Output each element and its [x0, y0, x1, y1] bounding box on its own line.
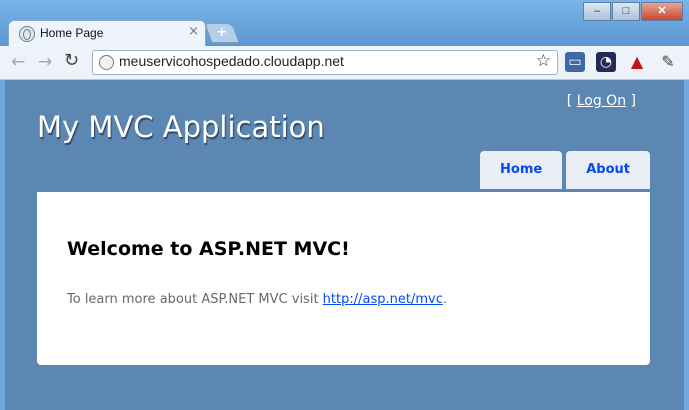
- extension-window-icon[interactable]: ▭: [565, 52, 585, 72]
- main-content: Welcome to ASP.NET MVC! To learn more ab…: [37, 192, 650, 365]
- browser-tab-home[interactable]: Home Page ×: [8, 20, 206, 47]
- log-on-link[interactable]: Log On: [577, 93, 626, 109]
- bookmark-star-icon[interactable]: ☆: [536, 51, 551, 71]
- window-controls: – □ ✕: [582, 2, 683, 21]
- new-tab-button[interactable]: +: [204, 23, 240, 43]
- welcome-heading: Welcome to ASP.NET MVC!: [67, 238, 350, 260]
- title-bar: Home Page × + – □ ✕: [0, 0, 689, 47]
- browser-toolbar: ← → ↻ meuservicohospedado.cloudapp.net ☆…: [0, 46, 689, 80]
- browser-window: Home Page × + – □ ✕ ← → ↻ meuservicohosp…: [0, 0, 689, 410]
- login-display: [ Log On ]: [567, 93, 636, 109]
- asp-net-mvc-link[interactable]: http://asp.net/mvc: [323, 292, 443, 307]
- address-bar[interactable]: meuservicohospedado.cloudapp.net ☆: [92, 50, 558, 75]
- intro-paragraph: To learn more about ASP.NET MVC visit ht…: [67, 292, 447, 307]
- app-title: My MVC Application: [37, 110, 325, 144]
- forward-arrow-icon[interactable]: →: [38, 52, 52, 72]
- intro-suffix: .: [442, 292, 447, 307]
- extension-speedometer-icon[interactable]: ◔: [596, 52, 616, 72]
- reload-icon[interactable]: ↻: [64, 50, 79, 71]
- intro-text: To learn more about ASP.NET MVC visit: [67, 292, 323, 307]
- close-tab-icon[interactable]: ×: [188, 24, 199, 39]
- minimize-button[interactable]: –: [583, 2, 611, 21]
- login-bracket-open: [: [566, 93, 573, 109]
- login-bracket-close: ]: [630, 93, 636, 109]
- tab-title: Home Page: [40, 26, 104, 40]
- close-window-button[interactable]: ✕: [641, 2, 683, 21]
- globe-icon: [19, 26, 35, 42]
- wrench-icon[interactable]: ✎: [658, 52, 678, 72]
- main-menu: Home About: [476, 151, 650, 189]
- menu-home-tab[interactable]: Home: [480, 151, 563, 189]
- extension-sofa-icon[interactable]: ▲: [627, 52, 647, 72]
- menu-about-tab[interactable]: About: [566, 151, 650, 189]
- address-url[interactable]: meuservicohospedado.cloudapp.net: [119, 53, 344, 69]
- back-arrow-icon[interactable]: ←: [11, 52, 25, 72]
- plus-icon: +: [216, 25, 228, 40]
- maximize-button[interactable]: □: [612, 2, 640, 21]
- site-globe-icon: [99, 55, 114, 70]
- web-page: [ Log On ] My MVC Application Home About…: [5, 80, 684, 410]
